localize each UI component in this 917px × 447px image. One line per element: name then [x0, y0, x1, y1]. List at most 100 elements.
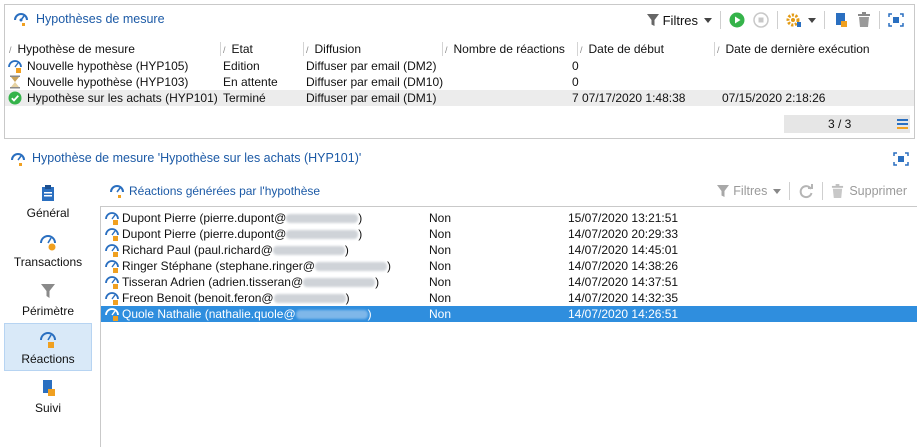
nav-item-transactions[interactable]: Transactions [4, 227, 92, 275]
cell-hypothesis: Hypothèse sur les achats (HYP101) [27, 91, 218, 105]
column-divider[interactable] [577, 42, 578, 56]
cell-state: Terminé [223, 91, 266, 105]
table-row[interactable]: Hypothèse sur les achats (HYP101) Termin… [5, 90, 914, 106]
column-header-reactions[interactable]: / Nombre de réactions [445, 39, 565, 59]
list-menu-icon[interactable] [897, 118, 908, 129]
column-header-last-exec[interactable]: / Date de dernière exécution [717, 39, 870, 59]
reaction-value: Non [429, 227, 452, 241]
reactions-delete-button[interactable]: Supprimer [827, 180, 911, 202]
hypotheses-grid-header: / Hypothèse de mesure / Etat / Diffusion / N… [5, 39, 914, 59]
table-row[interactable]: Nouvelle hypothèse (HYP103) En attente D… [5, 74, 914, 90]
refresh-icon [800, 184, 814, 199]
reaction-recipient: Quole Nathalie (nathalie.quole@) [122, 306, 372, 322]
hypotheses-title-bar: Hypothèses de mesure Filtres [5, 5, 914, 33]
redacted-domain [273, 294, 346, 304]
cell-state: Edition [223, 59, 260, 73]
column-divider[interactable] [714, 42, 715, 56]
reaction-recipient: Dupont Pierre (pierre.dupont@) [122, 226, 362, 242]
trash-icon [858, 12, 870, 27]
list-item[interactable]: Richard Paul (paul.richard@) Non 14/07/202… [101, 242, 917, 258]
cell-hypothesis: Nouvelle hypothèse (HYP105) [27, 59, 189, 73]
nav-item-reactions[interactable]: Réactions [4, 323, 92, 371]
nav-label: Réactions [21, 352, 75, 366]
trash-icon [832, 183, 844, 198]
reaction-recipient: Richard Paul (paul.richard@) [122, 242, 349, 258]
recipient-suffix: ) [386, 259, 391, 273]
reaction-value: Non [429, 275, 452, 289]
nav-label: Général [26, 206, 70, 220]
recipient-name: Tisseran Adrien (adrien.tisseran@ [122, 275, 304, 289]
reaction-icon [105, 212, 119, 225]
list-item[interactable]: Dupont Pierre (pierre.dupont@) Non 14/07/2… [101, 226, 917, 242]
table-row[interactable]: Nouvelle hypothèse (HYP105) Edition Diff… [5, 58, 914, 74]
funnel-icon [41, 284, 55, 298]
column-divider[interactable] [303, 42, 304, 56]
reactions-icon [110, 185, 124, 198]
redacted-domain [272, 246, 345, 256]
delete-button[interactable] [853, 9, 875, 31]
column-header-state[interactable]: / Etat [223, 39, 253, 59]
column-header-diffusion[interactable]: / Diffusion [306, 39, 361, 59]
list-item[interactable]: Ringer Stéphane (stephane.ringer@) Non 14/… [101, 258, 917, 274]
column-header-start-date[interactable]: / Date de début [580, 39, 664, 59]
filters-button[interactable]: Filtres [643, 9, 716, 31]
cell-reactions: 0 [572, 75, 579, 89]
recipient-name: Richard Paul (paul.richard@ [122, 243, 273, 257]
reaction-date: 14/07/2020 14:37:51 [568, 275, 679, 289]
stop-button[interactable] [749, 9, 773, 31]
start-button[interactable] [725, 9, 749, 31]
reaction-icon [105, 228, 119, 241]
refresh-button[interactable] [794, 180, 818, 202]
recipient-suffix: ) [367, 307, 372, 321]
reaction-date: 14/07/2020 20:29:33 [568, 227, 679, 241]
list-item[interactable]: Quole Nathalie (nathalie.quole@) Non 14/07… [101, 306, 917, 322]
reaction-value: Non [429, 243, 452, 257]
transactions-icon [40, 235, 56, 251]
reactions-toolbar: Filtres Supprimer [713, 180, 911, 202]
reactions-filters-button[interactable]: Filtres [713, 180, 785, 202]
maximize-icon[interactable] [893, 152, 909, 166]
list-item[interactable]: Freon Benoit (benoit.feron@) Non 14/07/202… [101, 290, 917, 306]
filters-caret-icon [773, 188, 782, 194]
column-header-label: Date de début [588, 42, 664, 56]
maximize-button[interactable] [884, 9, 908, 31]
gear-icon [786, 13, 801, 27]
reactions-filters-label: Filtres [733, 184, 768, 198]
nav-item-tracking[interactable]: Suivi [4, 373, 92, 421]
hypotheses-toolbar: Filtres [643, 9, 908, 31]
recipient-name: Freon Benoit (benoit.feron@ [122, 291, 274, 305]
reaction-value: Non [429, 211, 452, 225]
detail-sidenav: Général Transactions Périmètre Réactions… [4, 172, 96, 447]
hypotheses-panel: Hypothèses de mesure Filtres / Hypothèse… [4, 4, 915, 139]
cell-diffusion: Diffuser par email (DM1) [306, 91, 437, 105]
recipient-suffix: ) [375, 275, 380, 289]
recipient-suffix: ) [344, 243, 349, 257]
nav-label: Transactions [13, 255, 83, 269]
column-header-label: Hypothèse de mesure [17, 42, 135, 56]
nav-item-perimeter[interactable]: Périmètre [4, 276, 92, 324]
list-item[interactable]: Dupont Pierre (pierre.dupont@) Non 15/07/2… [101, 210, 917, 226]
hypothesis-edit-icon [8, 60, 22, 73]
reaction-date: 14/07/2020 14:45:01 [568, 243, 679, 257]
reaction-value: Non [429, 291, 452, 305]
nav-item-general[interactable]: Général [4, 178, 92, 226]
new-hypothesis-button[interactable] [829, 9, 853, 31]
reaction-icon [105, 244, 119, 257]
clipboard-icon [42, 185, 54, 201]
redacted-domain [303, 278, 376, 288]
column-divider[interactable] [442, 42, 443, 56]
hypothesis-detail-title-bar: Hypothèse de mesure 'Hypothèse sur les a… [4, 148, 915, 170]
record-count: 3 / 3 [828, 117, 852, 131]
hypothesis-icon [14, 13, 28, 26]
actions-button[interactable] [782, 9, 820, 31]
reaction-date: 14/07/2020 14:32:35 [568, 291, 679, 305]
column-divider[interactable] [220, 42, 221, 56]
cell-diffusion: Diffuser par email (DM10) [306, 75, 444, 89]
hypotheses-title: Hypothèses de mesure [36, 12, 165, 26]
column-header-label: Etat [231, 42, 253, 56]
list-item[interactable]: Tisseran Adrien (adrien.tisseran@) Non 14/… [101, 274, 917, 290]
new-document-icon [836, 13, 847, 27]
reaction-recipient: Freon Benoit (benoit.feron@) [122, 290, 350, 306]
redacted-domain [286, 230, 359, 240]
column-header-hypothesis[interactable]: / Hypothèse de mesure [9, 39, 135, 59]
